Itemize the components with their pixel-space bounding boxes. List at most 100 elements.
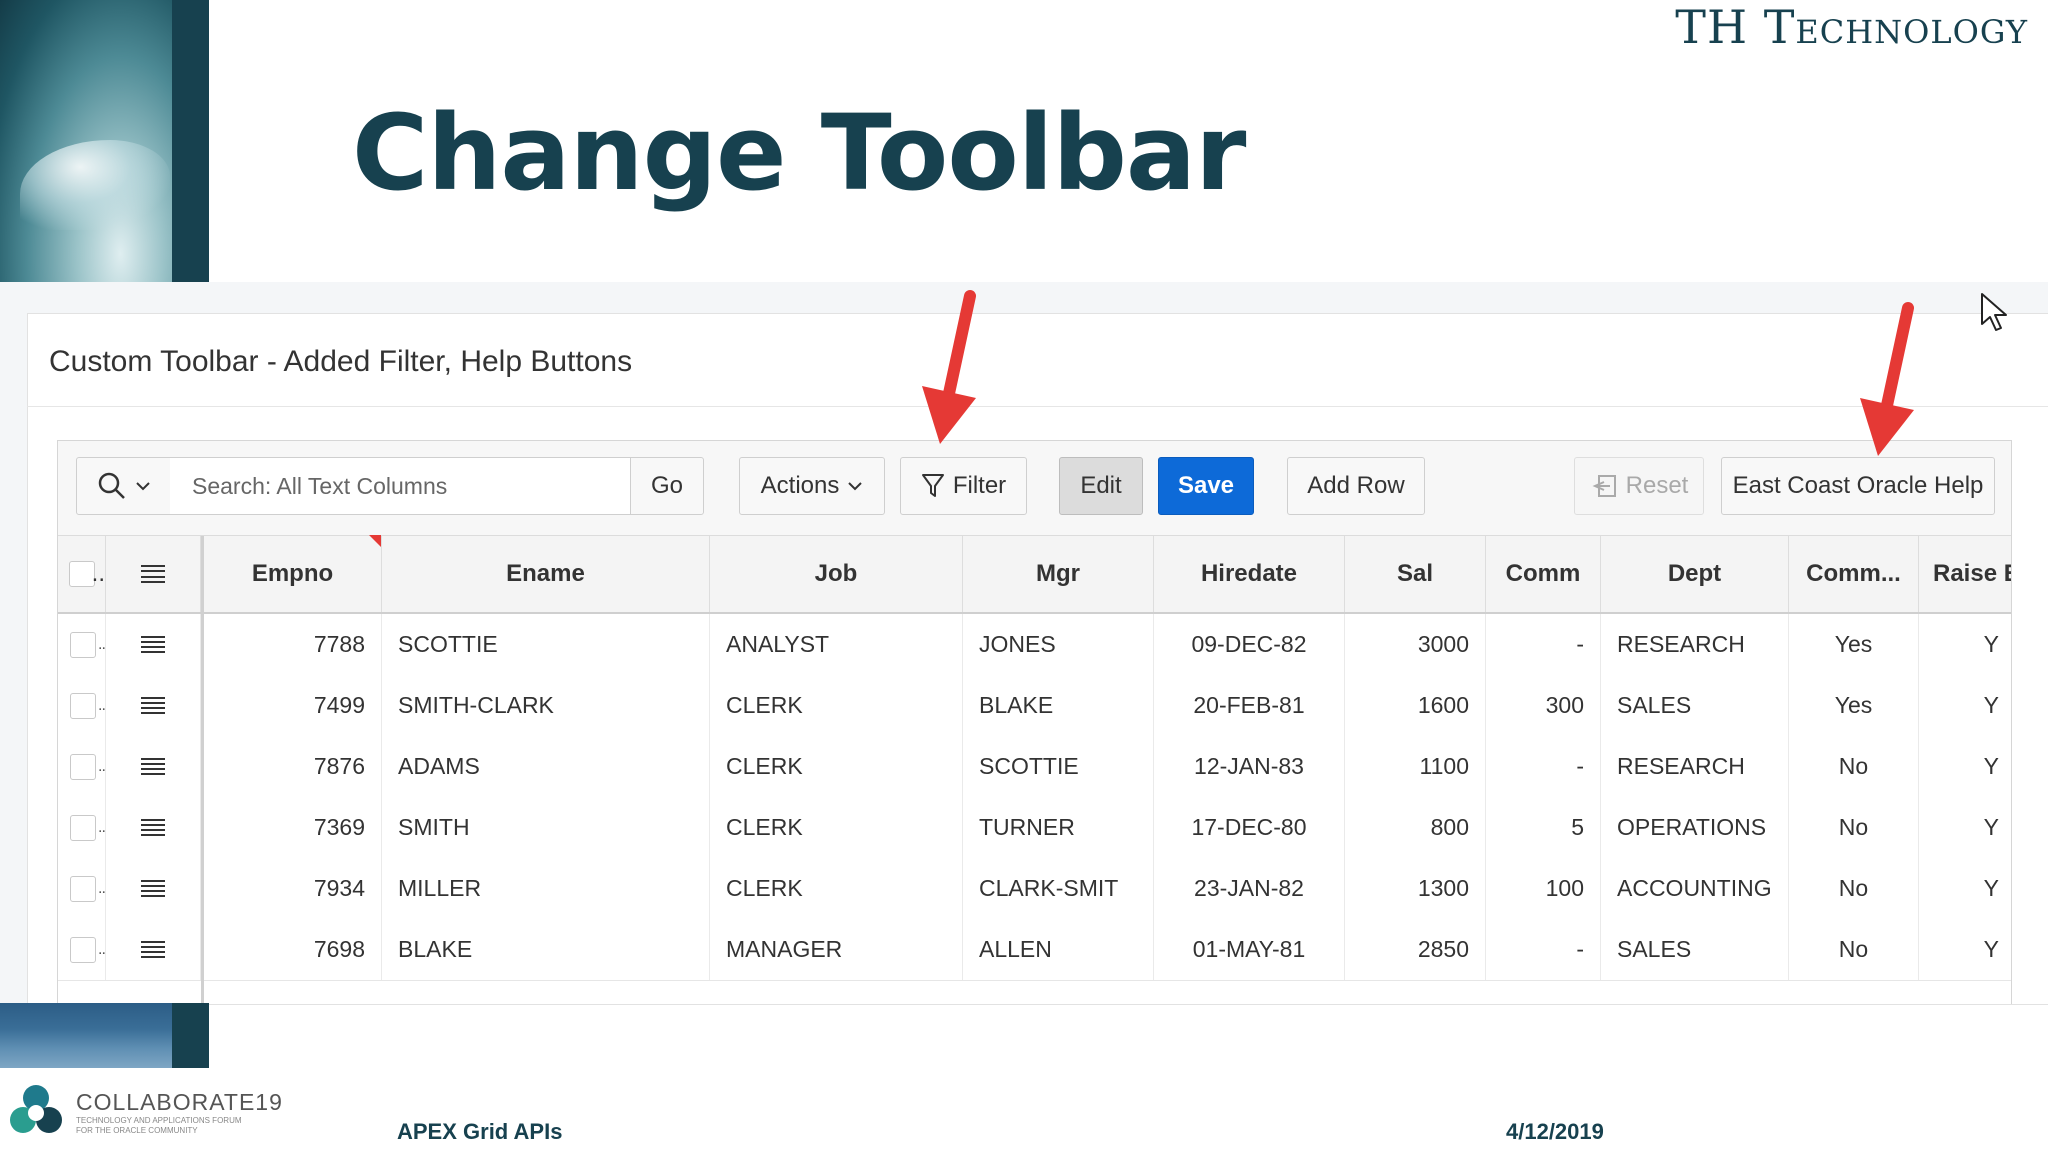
help-button[interactable]: East Coast Oracle Help xyxy=(1721,457,1995,515)
row-actions-menu[interactable] xyxy=(106,614,201,675)
cell-ename[interactable]: SMITH-CLARK xyxy=(382,675,710,736)
cell-ename[interactable]: MILLER xyxy=(382,858,710,919)
cell-job[interactable]: ANALYST xyxy=(710,614,963,675)
cell-mgr[interactable]: JONES xyxy=(963,614,1154,675)
cell-hiredate[interactable]: 20-FEB-81 xyxy=(1154,675,1345,736)
cell-dept[interactable]: OPERATIONS xyxy=(1601,797,1789,858)
row-selector[interactable]: .. xyxy=(58,614,106,675)
cell-dept[interactable]: RESEARCH xyxy=(1601,614,1789,675)
cell-hiredate[interactable]: 09-DEC-82 xyxy=(1154,614,1345,675)
cell-raise[interactable]: Y xyxy=(1919,736,2011,797)
row-checkbox[interactable] xyxy=(70,631,96,658)
column-header-hiredate[interactable]: Hiredate xyxy=(1154,536,1345,612)
row-actions-menu[interactable] xyxy=(106,797,201,858)
cell-hiredate[interactable]: 17-DEC-80 xyxy=(1154,797,1345,858)
cell-commission[interactable]: No xyxy=(1789,797,1919,858)
cell-mgr[interactable]: ALLEN xyxy=(963,919,1154,980)
cell-hiredate[interactable]: 23-JAN-82 xyxy=(1154,858,1345,919)
cell-sal[interactable]: 3000 xyxy=(1345,614,1486,675)
cell-comm[interactable]: - xyxy=(1486,736,1601,797)
column-header-dept[interactable]: Dept xyxy=(1601,536,1789,612)
cell-commission[interactable]: No xyxy=(1789,858,1919,919)
cell-dept[interactable]: SALES xyxy=(1601,919,1789,980)
row-selector[interactable]: .. xyxy=(58,919,106,980)
cell-commission[interactable]: No xyxy=(1789,919,1919,980)
search-input[interactable]: Search: All Text Columns xyxy=(170,457,630,515)
column-header-sal[interactable]: Sal xyxy=(1345,536,1486,612)
filter-button[interactable]: Filter xyxy=(900,457,1027,515)
table-row[interactable]: .. 7499 SMITH-CLARK CLERK BLAKE 20-FEB-81 1600… xyxy=(58,675,2011,737)
cell-raise[interactable]: Y xyxy=(1919,614,2011,675)
cell-dept[interactable]: ACCOUNTING xyxy=(1601,858,1789,919)
cell-hiredate[interactable]: 01-MAY-81 xyxy=(1154,919,1345,980)
cell-job[interactable]: CLERK xyxy=(710,797,963,858)
cell-commission[interactable]: No xyxy=(1789,736,1919,797)
row-checkbox[interactable] xyxy=(70,814,96,841)
cell-comm[interactable]: - xyxy=(1486,919,1601,980)
row-selector[interactable]: .. xyxy=(58,675,106,736)
row-checkbox[interactable] xyxy=(70,692,96,719)
cell-ename[interactable]: BLAKE xyxy=(382,919,710,980)
cell-commission[interactable]: Yes xyxy=(1789,675,1919,736)
row-selector[interactable]: .. xyxy=(58,736,106,797)
row-checkbox[interactable] xyxy=(70,936,96,963)
row-actions-menu[interactable] xyxy=(106,675,201,736)
cell-raise[interactable]: Y xyxy=(1919,797,2011,858)
row-actions-menu[interactable] xyxy=(106,858,201,919)
cell-comm[interactable]: 300 xyxy=(1486,675,1601,736)
row-actions-menu[interactable] xyxy=(106,736,201,797)
row-checkbox[interactable] xyxy=(70,875,96,902)
add-row-button[interactable]: Add Row xyxy=(1287,457,1425,515)
cell-ename[interactable]: ADAMS xyxy=(382,736,710,797)
cell-empno[interactable]: 7499 xyxy=(204,675,382,736)
table-row[interactable]: .. 7876 ADAMS CLERK SCOTTIE 12-JAN-83 1100- RES… xyxy=(58,736,2011,798)
go-button[interactable]: Go xyxy=(630,457,704,515)
cell-ename[interactable]: SCOTTIE xyxy=(382,614,710,675)
table-row[interactable]: .. 7934 MILLER CLERK CLARK-SMIT 23-JAN-82 1300… xyxy=(58,858,2011,920)
cell-dept[interactable]: RESEARCH xyxy=(1601,736,1789,797)
cell-empno[interactable]: 7788 xyxy=(204,614,382,675)
cell-empno[interactable]: 7876 xyxy=(204,736,382,797)
cell-mgr[interactable]: SCOTTIE xyxy=(963,736,1154,797)
cell-empno[interactable]: 7698 xyxy=(204,919,382,980)
row-actions-menu[interactable] xyxy=(106,919,201,980)
actions-menu-button[interactable]: Actions xyxy=(739,457,885,515)
row-selector[interactable]: .. xyxy=(58,858,106,919)
cell-sal[interactable]: 1300 xyxy=(1345,858,1486,919)
cell-job[interactable]: CLERK xyxy=(710,675,963,736)
cell-raise[interactable]: Y xyxy=(1919,919,2011,980)
cell-mgr[interactable]: BLAKE xyxy=(963,675,1154,736)
cell-comm[interactable]: 100 xyxy=(1486,858,1601,919)
table-row[interactable]: .. 7698 BLAKE MANAGER ALLEN 01-MAY-81 2850- SAL… xyxy=(58,919,2011,981)
cell-empno[interactable]: 7369 xyxy=(204,797,382,858)
cell-dept[interactable]: SALES xyxy=(1601,675,1789,736)
cell-comm[interactable]: 5 xyxy=(1486,797,1601,858)
column-header-raise[interactable]: Raise E xyxy=(1919,536,2011,612)
cell-job[interactable]: CLERK xyxy=(710,858,963,919)
column-header-ename[interactable]: Ename xyxy=(382,536,710,612)
column-header-commission[interactable]: Comm... xyxy=(1789,536,1919,612)
cell-commission[interactable]: Yes xyxy=(1789,614,1919,675)
cell-mgr[interactable]: CLARK-SMIT xyxy=(963,858,1154,919)
cell-empno[interactable]: 7934 xyxy=(204,858,382,919)
cell-ename[interactable]: SMITH xyxy=(382,797,710,858)
column-header-empno[interactable]: Empno xyxy=(204,536,382,612)
cell-mgr[interactable]: TURNER xyxy=(963,797,1154,858)
search-column-selector[interactable] xyxy=(76,457,171,515)
save-button[interactable]: Save xyxy=(1158,457,1254,515)
cell-hiredate[interactable]: 12-JAN-83 xyxy=(1154,736,1345,797)
cell-job[interactable]: CLERK xyxy=(710,736,963,797)
row-actions-header[interactable] xyxy=(106,536,201,612)
column-header-mgr[interactable]: Mgr xyxy=(963,536,1154,612)
cell-sal[interactable]: 1600 xyxy=(1345,675,1486,736)
column-header-comm[interactable]: Comm xyxy=(1486,536,1601,612)
cell-sal[interactable]: 1100 xyxy=(1345,736,1486,797)
edit-toggle-button[interactable]: Edit xyxy=(1059,457,1143,515)
column-header-job[interactable]: Job xyxy=(710,536,963,612)
row-checkbox[interactable] xyxy=(70,753,96,780)
cell-comm[interactable]: - xyxy=(1486,614,1601,675)
table-row[interactable]: .. 7369 SMITH CLERK TURNER 17-DEC-80 800 5 OPERA… xyxy=(58,797,2011,859)
cell-raise[interactable]: Y xyxy=(1919,858,2011,919)
table-row[interactable]: .. 7788 SCOTTIE ANALYST JONES 09-DEC-82 3000- R… xyxy=(58,614,2011,676)
cell-job[interactable]: MANAGER xyxy=(710,919,963,980)
